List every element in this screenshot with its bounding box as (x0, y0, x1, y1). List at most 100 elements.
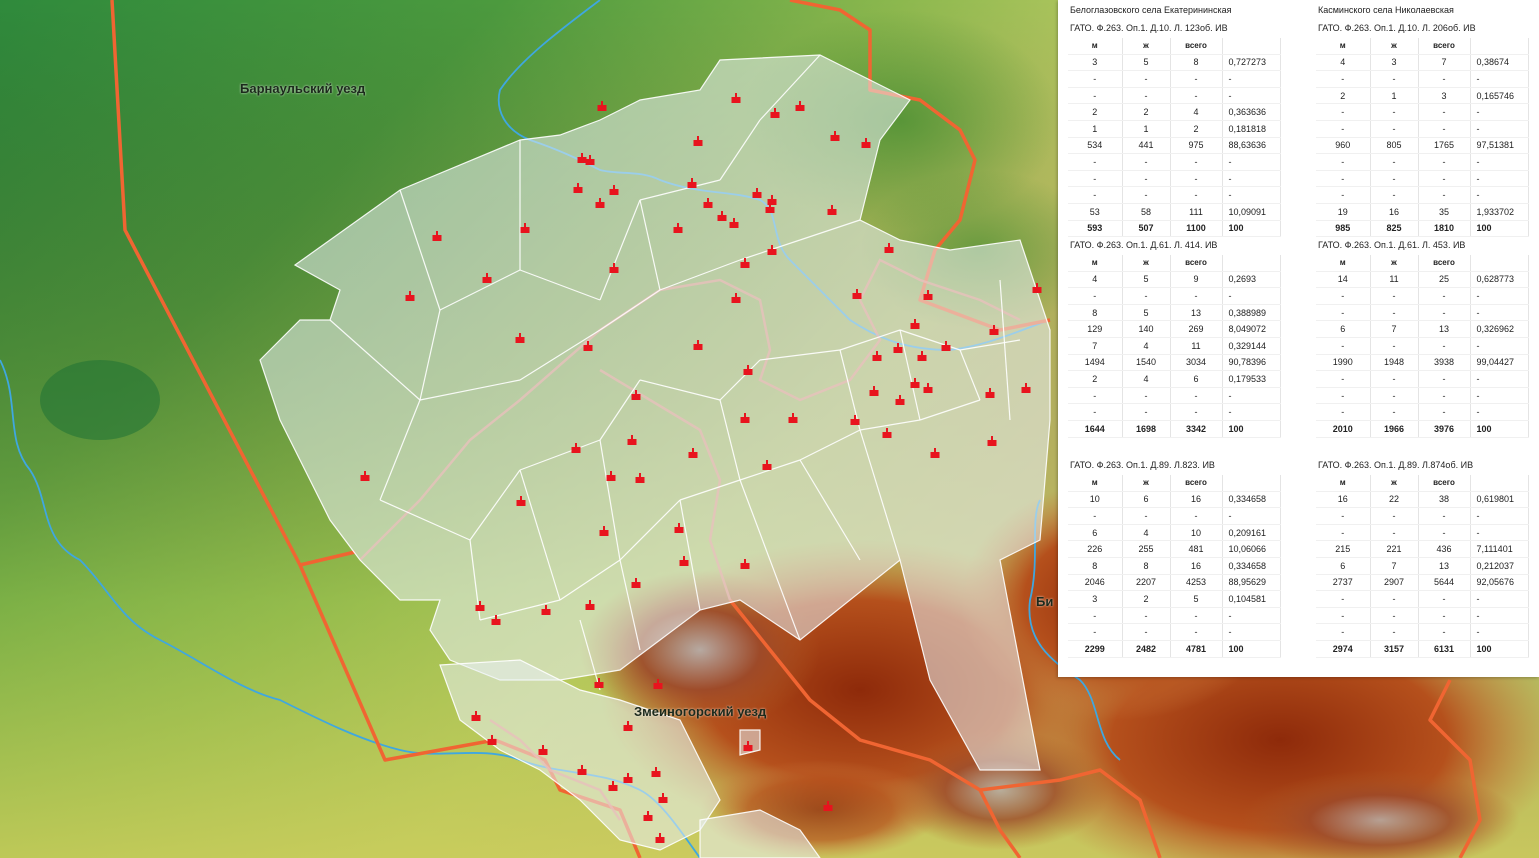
table-cell: 2 (1068, 103, 1123, 121)
table-row: ---- (1316, 623, 1529, 641)
column-header: ж (1370, 38, 1419, 55)
table-cell: - (1170, 403, 1223, 421)
table-cell: 14 (1316, 271, 1371, 289)
table-row: ---- (1068, 607, 1281, 625)
table-cell: 534 (1068, 137, 1123, 155)
table-cell: - (1122, 623, 1171, 641)
table-row: 6 4 10 0,209161 (1068, 524, 1281, 542)
table-cell: - (1418, 337, 1471, 355)
table-cell: 6 (1122, 491, 1171, 509)
table-cell: - (1068, 507, 1123, 525)
table-cell: - (1170, 623, 1223, 641)
table-cell: 5 (1122, 54, 1171, 72)
table-cell: 8 (1068, 557, 1123, 575)
table-title: Касминского села Николаевская (1318, 5, 1454, 15)
label-biysk-partial: Би (1036, 594, 1054, 609)
table-cell: - (1418, 590, 1471, 608)
table-cell: 2 (1068, 370, 1123, 388)
table-cell: 10,06066 (1222, 540, 1281, 558)
table-row: 1494 1540 3034 90,78396 (1068, 354, 1281, 372)
table-cell: - (1316, 186, 1371, 204)
column-header (1470, 38, 1529, 55)
table-row: 3 2 5 0,104581 (1068, 590, 1281, 608)
table-cell: - (1068, 87, 1123, 105)
table-cell: 6 (1316, 557, 1371, 575)
table-cell: 1948 (1370, 354, 1419, 372)
total-cell: 100 (1222, 220, 1281, 238)
table-cell: - (1068, 186, 1123, 204)
table-cell: 0,165746 (1470, 87, 1529, 105)
table-cell: 1 (1122, 120, 1171, 138)
table-row: 6 7 13 0,212037 (1316, 557, 1529, 575)
table-cell: - (1122, 153, 1171, 171)
table-row: 8 5 13 0,388989 (1068, 304, 1281, 322)
table-cell: - (1068, 403, 1123, 421)
total-cell: 825 (1370, 220, 1419, 238)
column-header (1222, 475, 1281, 492)
table-row: 4 3 7 0,38674 (1316, 54, 1529, 72)
table-row: ---- (1316, 337, 1529, 355)
table-row: 2 1 3 0,165746 (1316, 87, 1529, 105)
column-header: м (1068, 255, 1123, 272)
table-cell: - (1170, 607, 1223, 625)
table-cell: - (1470, 304, 1529, 322)
column-header: ж (1370, 255, 1419, 272)
table-cell: - (1170, 153, 1223, 171)
table-cell: - (1170, 87, 1223, 105)
table-row: ---- (1316, 524, 1529, 542)
total-cell: 100 (1470, 420, 1529, 438)
table-row: ---- (1316, 370, 1529, 388)
table-cell: 9 (1170, 271, 1223, 289)
table-row: ---- (1068, 287, 1281, 305)
table-row: 10 6 16 0,334658 (1068, 491, 1281, 509)
total-cell: 2482 (1122, 640, 1171, 658)
table-cell: - (1122, 70, 1171, 88)
table-row: ---- (1068, 387, 1281, 405)
column-header: ж (1122, 255, 1171, 272)
table-cell: - (1470, 120, 1529, 138)
column-header: всего (1170, 255, 1223, 272)
table-cell: 1 (1370, 87, 1419, 105)
table-cell: - (1418, 153, 1471, 171)
table-cell: 8 (1170, 54, 1223, 72)
table-cell: - (1222, 607, 1281, 625)
table-cell: - (1370, 186, 1419, 204)
table-cell: - (1370, 120, 1419, 138)
table-cell: 0,181818 (1222, 120, 1281, 138)
table-cell: 11 (1170, 337, 1223, 355)
table-cell: - (1122, 87, 1171, 105)
table-cell: - (1222, 70, 1281, 88)
table-row: 1 1 2 0,181818 (1068, 120, 1281, 138)
label-zmeinogorsk-county: Змеиногорский уезд (634, 704, 767, 719)
table-cell: 805 (1370, 137, 1419, 155)
table-cell: - (1316, 607, 1371, 625)
table-cell: - (1170, 186, 1223, 204)
total-cell: 100 (1470, 640, 1529, 658)
table-cell: 16 (1170, 557, 1223, 575)
table-cell: - (1418, 524, 1471, 542)
table-cell: - (1316, 170, 1371, 188)
table-archive-reference: ГАТО. Ф.263. Оп.1. Д.61. Л. 453. ИВ (1318, 240, 1466, 250)
total-cell: 4781 (1170, 640, 1223, 658)
table-cell: - (1370, 590, 1419, 608)
table-row: 14 11 25 0,628773 (1316, 271, 1529, 289)
table-cell: - (1370, 507, 1419, 525)
table-header-row: м ж всего (1068, 475, 1281, 492)
total-cell: 1810 (1418, 220, 1471, 238)
table-cell: - (1316, 103, 1371, 121)
table-archive-reference: ГАТО. Ф.263. Оп.1. Д.61. Л. 414. ИВ (1070, 240, 1218, 250)
table-cell: - (1470, 103, 1529, 121)
table-cell: - (1122, 607, 1171, 625)
table-cell: 4 (1122, 524, 1171, 542)
table-row: ---- (1068, 170, 1281, 188)
column-header: м (1316, 255, 1371, 272)
table-cell: 58 (1122, 203, 1171, 221)
table-cell: - (1316, 370, 1371, 388)
table-cell: 88,95629 (1222, 574, 1281, 592)
table-row: ---- (1068, 87, 1281, 105)
total-cell: 3976 (1418, 420, 1471, 438)
table-cell: 226 (1068, 540, 1123, 558)
table-cell: - (1470, 387, 1529, 405)
table-cell: - (1418, 607, 1471, 625)
table-cell: 0,334658 (1222, 557, 1281, 575)
